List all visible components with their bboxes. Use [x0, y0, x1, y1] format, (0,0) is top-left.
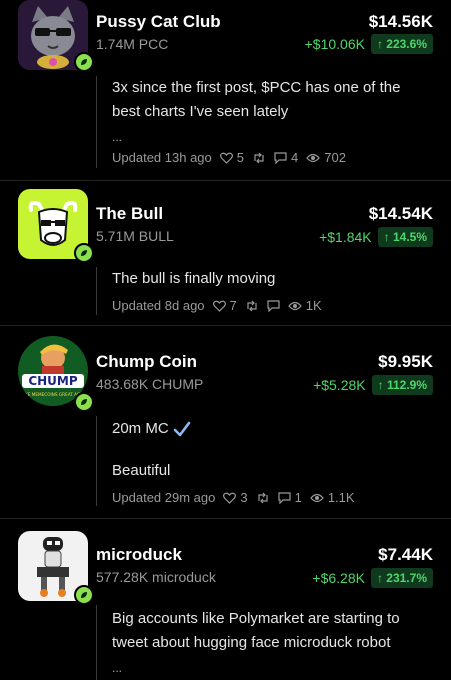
- token-name[interactable]: microduck: [96, 545, 182, 565]
- post-ellipsis: ...: [112, 130, 123, 144]
- price-delta: +$5.28K: [313, 377, 366, 393]
- repost-button[interactable]: [256, 492, 270, 504]
- like-stat[interactable]: 7: [212, 298, 237, 313]
- like-count: 5: [236, 150, 244, 165]
- post-line: The bull is finally moving: [112, 270, 276, 287]
- view-count: 702: [324, 150, 346, 165]
- token-card-bull[interactable]: The Bull 5.71M BULL $14.54K +$1.84K ↑ 14…: [0, 181, 451, 326]
- token-card-pcc[interactable]: Pussy Cat Club 1.74M PCC $14.56K +$10.06…: [0, 0, 451, 181]
- percent-badge: ↑ 231.7%: [370, 568, 433, 588]
- token-supply: 5.71M BULL: [96, 228, 174, 244]
- post-ellipsis: ...: [112, 661, 123, 675]
- heart-icon: [219, 152, 233, 164]
- robot-duck-icon: [37, 537, 69, 597]
- percent-badge: ↑ 223.6%: [370, 34, 433, 54]
- reply-count: 1: [294, 490, 302, 505]
- thread-line: [96, 416, 97, 506]
- price-change: +$6.28K ↑ 231.7%: [312, 568, 433, 588]
- post-meta: Updated 8d ago 7 1K: [112, 298, 322, 313]
- token-price: $9.95K: [378, 352, 433, 371]
- reply-button[interactable]: [267, 299, 280, 312]
- leaf-badge-icon: [74, 52, 94, 72]
- post-line: Beautiful: [112, 462, 171, 479]
- eye-icon: [287, 301, 302, 310]
- post-line: 20m MC: [112, 417, 432, 441]
- chump-logo-text: CHUMP: [28, 374, 78, 388]
- token-supply: 483.68K CHUMP: [96, 376, 204, 392]
- reply-stat[interactable]: 4: [274, 150, 298, 165]
- price-change: +$5.28K ↑ 112.9%: [313, 375, 433, 395]
- post-line: 3x since the first post, $PCC has one of…: [112, 79, 401, 96]
- updated-time: Updated 8d ago: [112, 298, 205, 313]
- token-price: $14.54K: [368, 204, 433, 223]
- updated-time: Updated 29m ago: [112, 490, 216, 505]
- price-change: +$1.84K ↑ 14.5%: [319, 227, 433, 247]
- price-delta: +$10.06K: [304, 36, 365, 52]
- post-line-text: 20m MC: [112, 420, 169, 437]
- heart-icon: [223, 492, 237, 504]
- view-count: 1K: [305, 298, 322, 313]
- thread-line: [96, 76, 97, 168]
- heart-icon: [212, 300, 226, 312]
- reply-stat[interactable]: 1: [277, 490, 302, 505]
- repost-icon: [247, 300, 257, 311]
- like-stat[interactable]: 5: [219, 150, 244, 165]
- repost-button[interactable]: [252, 152, 266, 164]
- bull-avatar-icon: [28, 200, 78, 246]
- view-stat: 1.1K: [310, 490, 355, 505]
- view-stat: 1K: [287, 298, 322, 313]
- post-text-2[interactable]: Beautiful: [112, 459, 432, 483]
- repost-icon: [254, 152, 264, 163]
- token-name[interactable]: Pussy Cat Club: [96, 12, 221, 32]
- token-price: $7.44K: [378, 545, 433, 564]
- post-meta: Updated 13h ago 5 4 702: [112, 150, 346, 165]
- thread-line: [96, 605, 97, 680]
- leaf-badge-icon: [74, 392, 94, 412]
- percent-badge: ↑ 14.5%: [377, 227, 433, 247]
- like-stat[interactable]: 3: [223, 490, 248, 505]
- like-count: 7: [229, 298, 237, 313]
- token-card-microduck[interactable]: microduck 577.28K microduck $7.44K +$6.2…: [0, 519, 451, 680]
- reply-icon: [267, 299, 280, 312]
- check-icon: [173, 421, 190, 437]
- post-line: Big accounts like Polymarket are startin…: [112, 610, 400, 627]
- price-delta: +$6.28K: [312, 570, 365, 586]
- percent-badge: ↑ 112.9%: [371, 375, 433, 395]
- post-text[interactable]: The bull is finally moving: [112, 267, 432, 291]
- price-change: +$10.06K ↑ 223.6%: [305, 34, 433, 54]
- token-price: $14.56K: [368, 12, 433, 31]
- updated-time: Updated 13h ago: [112, 150, 212, 165]
- leaf-badge-icon: [74, 585, 94, 605]
- post-line: tweet about hugging face microduck robot: [112, 634, 391, 651]
- post-meta: Updated 29m ago 3 1 1.1K: [112, 490, 355, 505]
- token-name[interactable]: The Bull: [96, 204, 163, 224]
- token-supply: 577.28K microduck: [96, 569, 216, 585]
- post-text[interactable]: 20m MC: [112, 417, 432, 441]
- eye-icon: [310, 493, 324, 502]
- repost-button[interactable]: [245, 300, 259, 312]
- like-count: 3: [240, 490, 248, 505]
- repost-icon: [257, 492, 268, 503]
- price-delta: +$1.84K: [319, 229, 372, 245]
- post-line: best charts I've seen lately: [112, 103, 289, 120]
- thread-line: [96, 267, 97, 315]
- reply-icon: [277, 491, 291, 504]
- leaf-badge-icon: [74, 243, 94, 263]
- token-supply: 1.74M PCC: [96, 36, 169, 52]
- token-feed: Pussy Cat Club 1.74M PCC $14.56K +$10.06…: [0, 0, 451, 680]
- post-text[interactable]: Big accounts like Polymarket are startin…: [112, 607, 432, 655]
- token-card-chump[interactable]: CHUMP MAKE MEMECOINS GREAT AGAIN Chump C…: [0, 326, 451, 519]
- reply-icon: [274, 151, 287, 164]
- reply-count: 4: [291, 150, 299, 165]
- eye-icon: [306, 153, 321, 162]
- view-stat: 702: [306, 150, 346, 165]
- token-name[interactable]: Chump Coin: [96, 352, 197, 372]
- view-count: 1.1K: [327, 490, 355, 505]
- post-text[interactable]: 3x since the first post, $PCC has one of…: [112, 76, 432, 124]
